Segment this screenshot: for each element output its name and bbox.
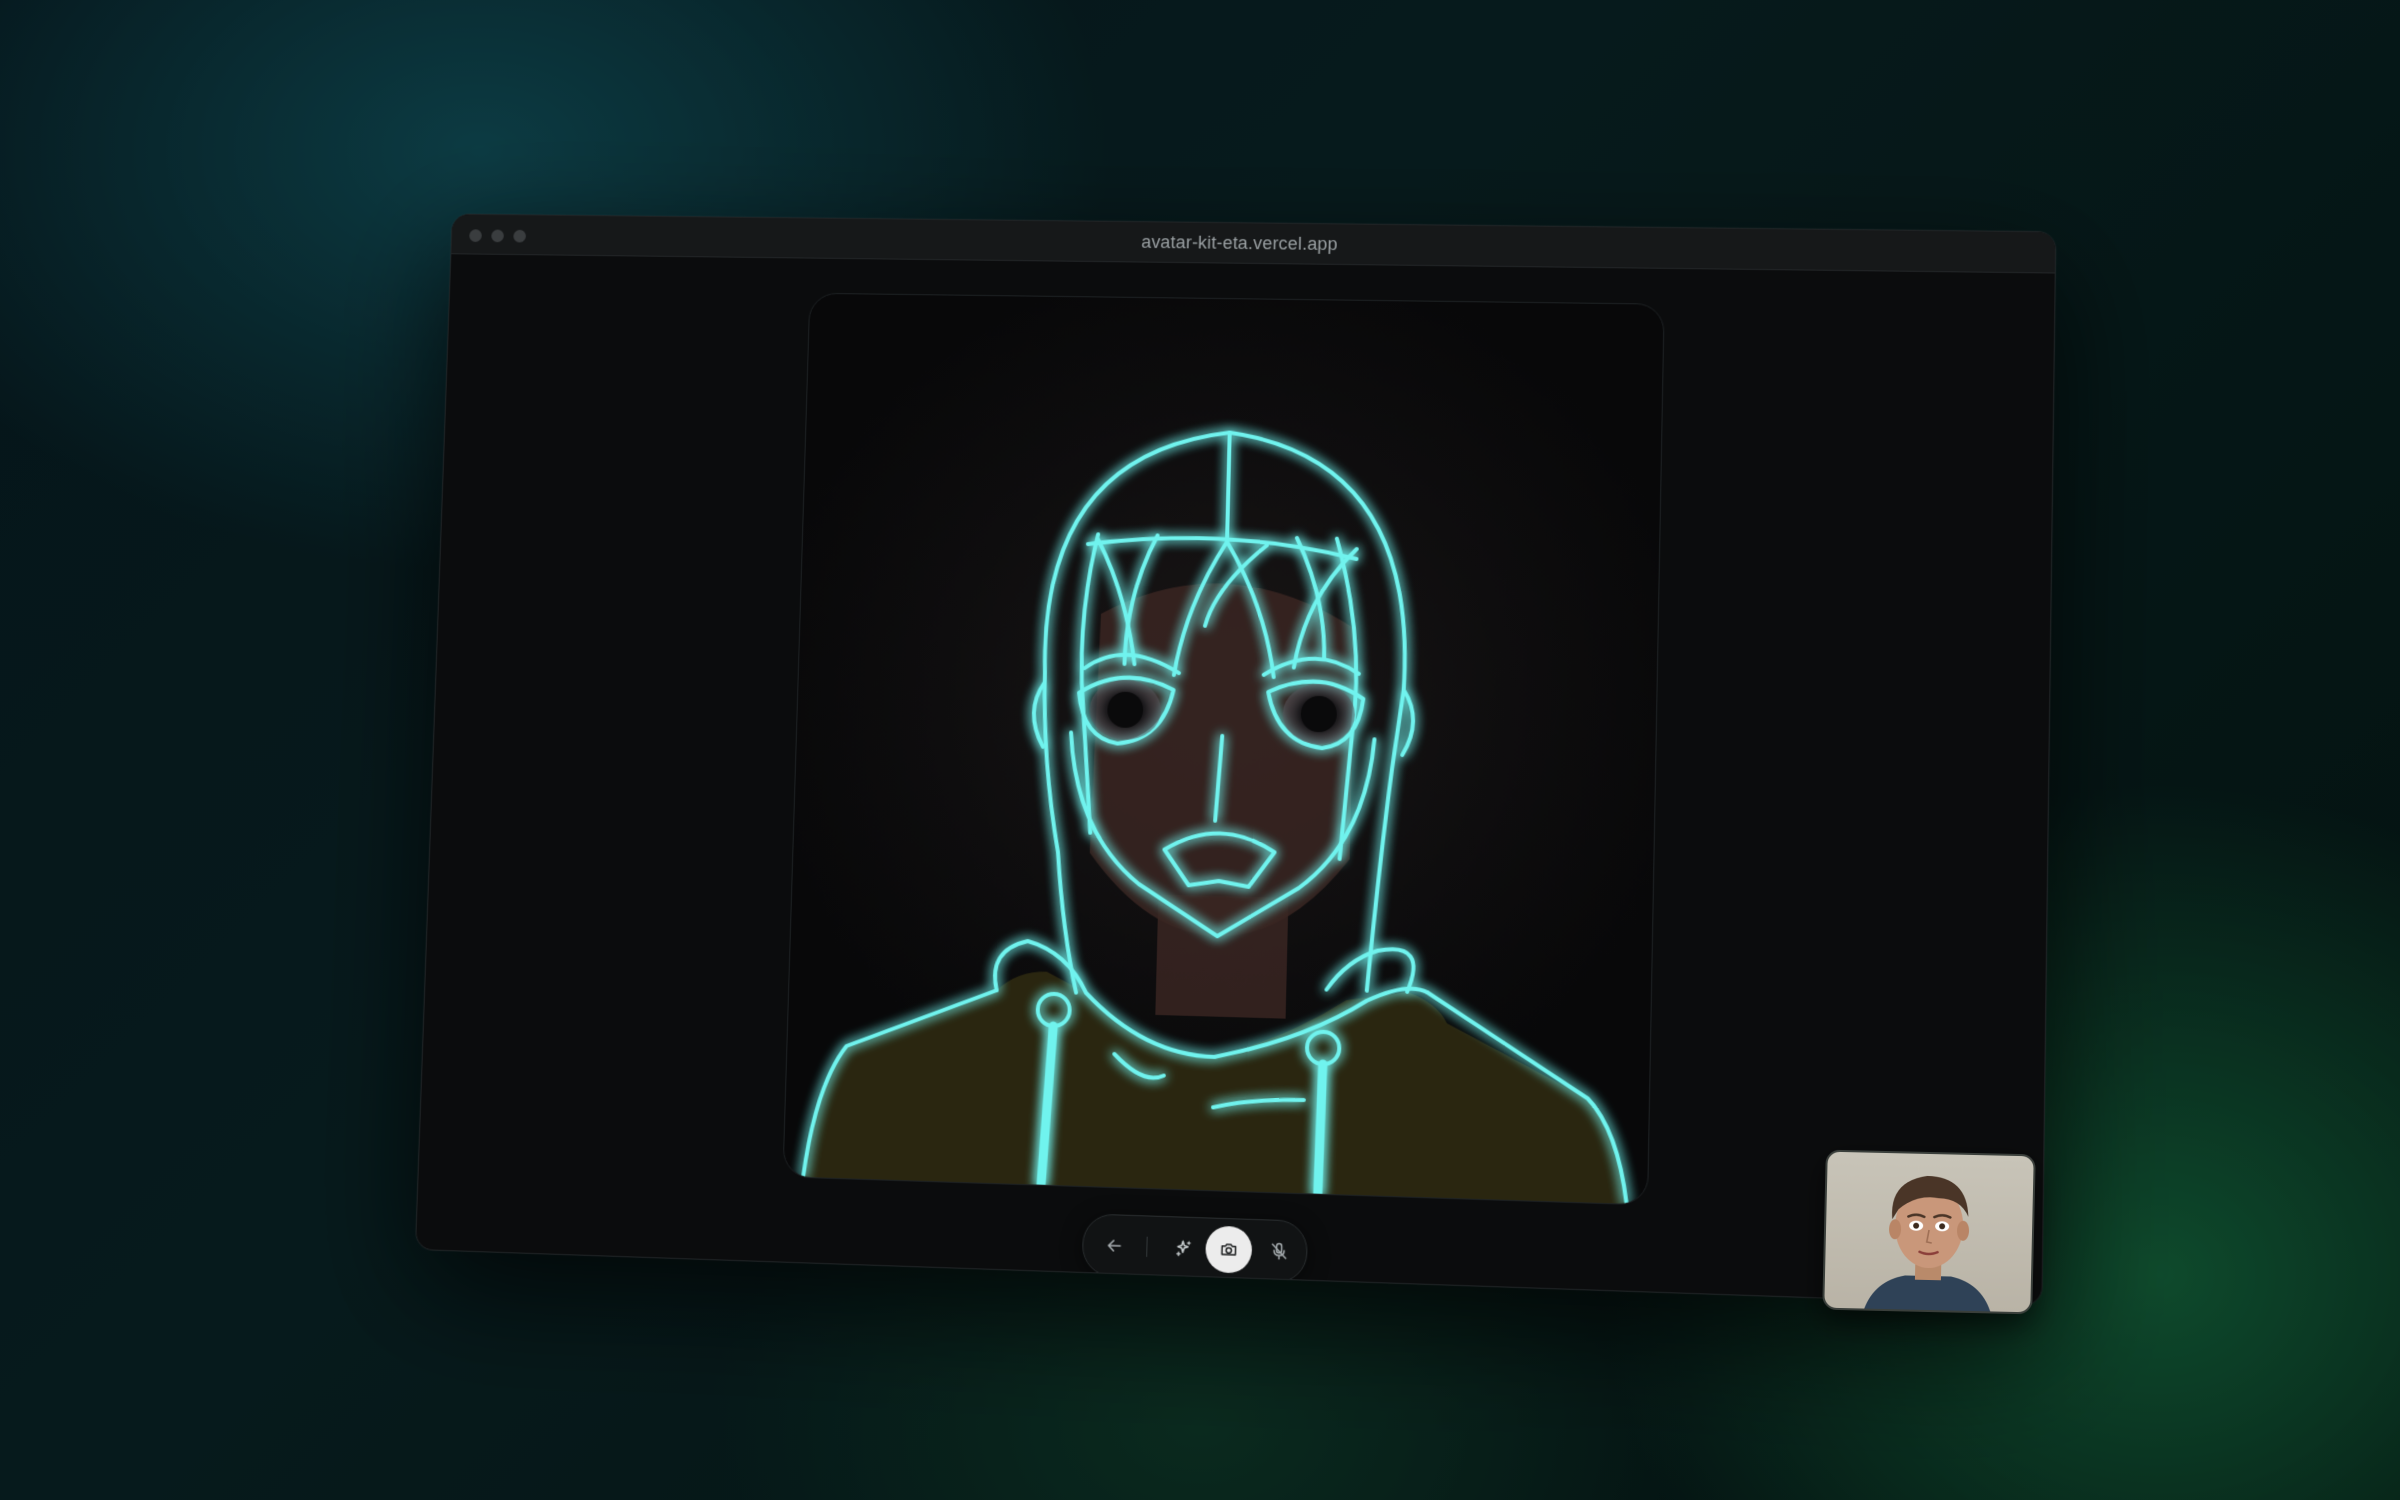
effects-button[interactable] xyxy=(1163,1226,1206,1270)
arrow-left-icon xyxy=(1104,1235,1125,1256)
controls-divider xyxy=(1146,1236,1148,1257)
address-bar-url[interactable]: avatar-kit-eta.vercel.app xyxy=(451,215,2055,273)
camera-button[interactable] xyxy=(1205,1225,1253,1274)
title-bar: avatar-kit-eta.vercel.app xyxy=(451,214,2056,274)
self-view-preview[interactable] xyxy=(1822,1149,2036,1315)
mic-toggle-button[interactable] xyxy=(1257,1229,1300,1273)
sparkles-icon xyxy=(1174,1238,1192,1259)
mic-off-icon xyxy=(1269,1241,1290,1262)
browser-window: avatar-kit-eta.vercel.app xyxy=(414,213,2057,1307)
back-button[interactable] xyxy=(1093,1224,1136,1268)
call-controls-bar xyxy=(1081,1213,1309,1284)
neon-avatar-illustration xyxy=(783,294,1663,1205)
self-view-avatar xyxy=(1864,1175,1991,1312)
camera-icon xyxy=(1218,1239,1239,1260)
avatar-stage xyxy=(782,292,1665,1206)
